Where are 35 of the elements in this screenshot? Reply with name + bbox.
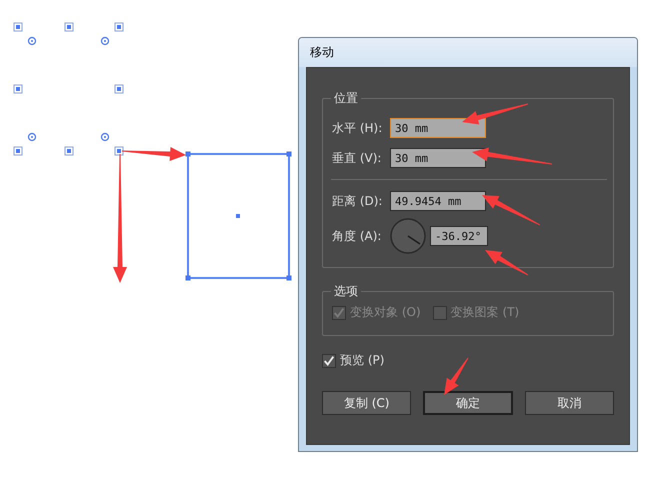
input-field[interactable]: 30 mm: [390, 118, 486, 138]
annotation-arrow: [462, 104, 528, 124]
selection-handle[interactable]: [114, 84, 124, 94]
rotation-point-icon: [100, 36, 110, 46]
input-field[interactable]: 49.9454 mm: [390, 191, 486, 211]
selection-handle[interactable]: [14, 22, 22, 32]
selection-handle[interactable]: [114, 22, 124, 32]
annotation-arrow: [444, 358, 468, 395]
dialog-button[interactable]: 确定: [423, 391, 513, 415]
field-label: 垂直 (V):: [332, 150, 382, 166]
annotation-arrow: [482, 195, 540, 226]
selection-handle[interactable]: [64, 146, 74, 156]
selection-handle[interactable]: [64, 22, 74, 32]
checkmark-icon: [333, 306, 345, 320]
angle-dial[interactable]: [390, 218, 426, 254]
selected-rectangle[interactable]: [186, 152, 292, 280]
window-title: 移动: [310, 44, 334, 61]
field-label: 水平 (H):: [332, 120, 384, 136]
group-title: 位置: [331, 90, 361, 107]
dialog-button[interactable]: 复制 (C): [322, 391, 412, 415]
rotation-point-icon: [100, 132, 110, 142]
annotation-arrow: [485, 250, 528, 276]
selection-handle[interactable]: [114, 146, 124, 156]
rotation-point-icon: [28, 132, 36, 142]
input-field[interactable]: -36.92°: [430, 226, 488, 246]
checkmark-icon: [323, 354, 335, 368]
input-field[interactable]: 30 mm: [390, 148, 486, 168]
field-label: 距离 (D):: [332, 192, 384, 210]
selection-handle[interactable]: [14, 146, 22, 156]
checkbox[interactable]: 预览 (P): [322, 352, 614, 369]
selection-handle[interactable]: [14, 84, 22, 94]
group-title: 选项: [331, 283, 361, 300]
field-label: 角度 (A):: [332, 228, 382, 244]
rotation-point-icon: [28, 36, 36, 46]
dialog-button[interactable]: 取消: [524, 391, 614, 415]
